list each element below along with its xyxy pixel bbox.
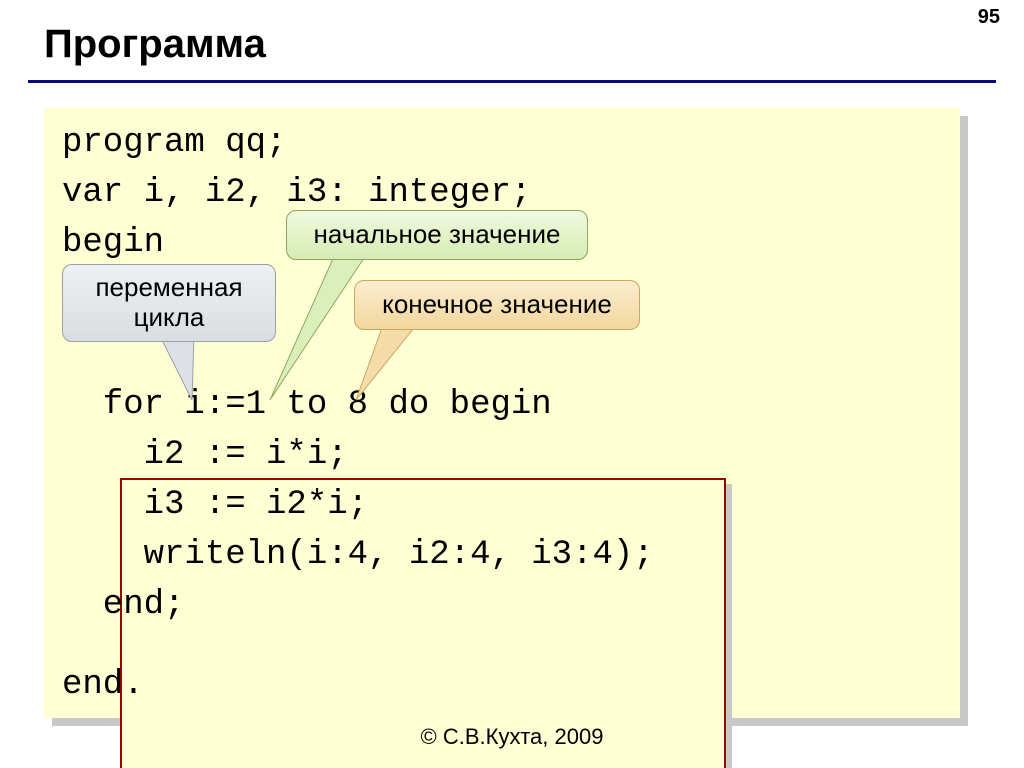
- code-line: i3 := i2*i;: [62, 486, 368, 524]
- code-box: program qq; var i, i2, i3: integer; begi…: [44, 108, 960, 718]
- copyright: © С.В.Кухта, 2009: [0, 724, 1024, 750]
- code-line: var i, i2, i3: integer;: [62, 174, 531, 212]
- callout-label-line2: цикла: [134, 303, 205, 333]
- callout-tail-loopvar: [160, 336, 230, 406]
- title-underline: [28, 80, 996, 83]
- callout-label-line1: переменная: [95, 273, 242, 303]
- callout-loop-variable: переменная цикла: [62, 264, 276, 342]
- slide: 95 Программа program qq; var i, i2, i3: …: [0, 0, 1024, 768]
- callout-start-value: начальное значение: [286, 210, 588, 260]
- code-line-endp: end.: [62, 666, 144, 704]
- code-line: begin: [62, 224, 164, 262]
- code-line: program qq;: [62, 124, 286, 162]
- page-number: 95: [978, 6, 1000, 29]
- code-line: writeln(i:4, i2:4, i3:4);: [62, 536, 654, 574]
- callout-label: конечное значение: [382, 290, 612, 320]
- callout-label: начальное значение: [314, 220, 561, 250]
- callout-tail-endval: [356, 322, 436, 402]
- callout-end-value: конечное значение: [354, 280, 640, 330]
- code-line-end: end;: [62, 586, 184, 624]
- code-line: i2 := i*i;: [62, 436, 348, 474]
- page-title: Программа: [44, 22, 266, 67]
